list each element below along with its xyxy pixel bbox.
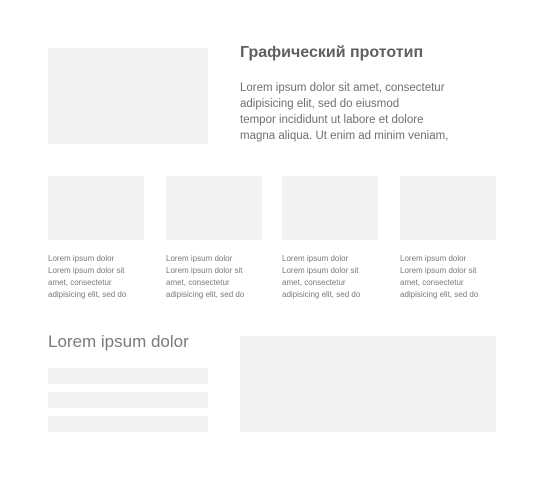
hero-paragraph-line: magna aliqua. Ut enim ad minim veniam, (240, 130, 449, 142)
card-text-line: amet, consectetur (166, 278, 230, 287)
hero-paragraph-line: tempor incididunt ut labore et dolore (240, 114, 424, 126)
card-text-line: adipisicing elit, sed do (48, 290, 127, 299)
card-text-line: adipisicing elit, sed do (282, 290, 361, 299)
content-image-placeholder (240, 336, 496, 432)
card-text-line: adipisicing elit, sed do (400, 290, 479, 299)
card-text-line: adipisicing elit, sed do (166, 290, 245, 299)
card-text: Lorem ipsum dolor Lorem ipsum dolor sit … (48, 253, 148, 301)
hero-paragraph-line: adipisicing elit, sed do eiusmod (240, 98, 400, 110)
card-text: Lorem ipsum dolor Lorem ipsum dolor sit … (400, 253, 500, 301)
card-text-line: amet, consectetur (400, 278, 464, 287)
hero-image-placeholder (48, 48, 208, 144)
card-text-line: Lorem ipsum dolor (166, 254, 233, 263)
hero-paragraph-line: Lorem ipsum dolor sit amet, consectetur (240, 82, 445, 94)
card-text-line: Lorem ipsum dolor (48, 254, 115, 263)
card-text: Lorem ipsum dolor Lorem ipsum dolor sit … (282, 253, 382, 301)
hero-paragraph: Lorem ipsum dolor sit amet, consectetur … (240, 80, 500, 144)
list-bar-placeholder (48, 416, 208, 432)
card-image-placeholder (400, 176, 496, 240)
list-bar-placeholder (48, 392, 208, 408)
card-text-line: amet, consectetur (282, 278, 346, 287)
card-text-line: Lorem ipsum dolor (282, 254, 349, 263)
card-text-line: Lorem ipsum dolor (400, 254, 467, 263)
page-title: Графический прототип (240, 44, 424, 61)
card-text-line: Lorem ipsum dolor sit (282, 266, 359, 275)
card-text-line: Lorem ipsum dolor sit (166, 266, 243, 275)
card-text-line: Lorem ipsum dolor sit (48, 266, 125, 275)
card-image-placeholder (48, 176, 144, 240)
card-text-line: amet, consectetur (48, 278, 112, 287)
card-image-placeholder (282, 176, 378, 240)
card-text-line: Lorem ipsum dolor sit (400, 266, 477, 275)
card-image-placeholder (166, 176, 262, 240)
list-bar-placeholder (48, 368, 208, 384)
card-text: Lorem ipsum dolor Lorem ipsum dolor sit … (166, 253, 266, 301)
section-title: Lorem ipsum dolor (48, 332, 189, 351)
